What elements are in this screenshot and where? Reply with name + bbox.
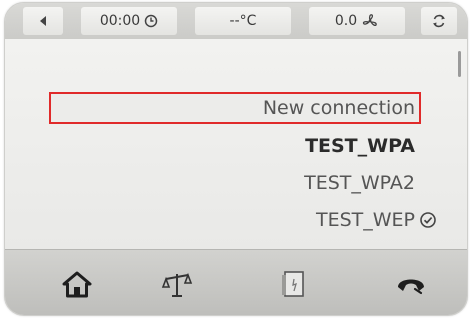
clock-icon: [144, 14, 158, 28]
status-bar: 00:00 --°C 0.0: [5, 3, 467, 39]
hook-icon: [398, 279, 424, 295]
refresh-icon: [433, 14, 445, 28]
scale-button[interactable]: [157, 264, 197, 304]
list-item-new-connection[interactable]: New connection: [263, 93, 415, 123]
list-item-label: TEST_WPA2: [304, 172, 415, 194]
wind-display: 0.0: [309, 7, 405, 35]
phone-card-button[interactable]: [273, 264, 313, 304]
connected-check-icon: [420, 212, 436, 228]
home-button[interactable]: [57, 264, 97, 304]
home-icon: [62, 271, 92, 298]
bottom-nav: [5, 249, 467, 315]
device-screen: 00:00 --°C 0.0 New connection TEST_WPA T…: [4, 2, 468, 316]
back-button[interactable]: [23, 7, 63, 35]
list-item-label: TEST_WEP: [315, 209, 415, 231]
scrollbar[interactable]: [458, 51, 461, 77]
list-item-test-wep[interactable]: TEST_WEP: [316, 205, 437, 235]
time-display: 00:00: [81, 7, 177, 35]
list-item-label: New connection: [262, 97, 415, 119]
refresh-button[interactable]: [421, 7, 457, 35]
phone-card-icon: [282, 271, 304, 297]
back-arrow-icon: [40, 16, 46, 26]
list-item-test-wpa2[interactable]: TEST_WPA2: [304, 168, 415, 198]
temperature-display: --°C: [195, 7, 291, 35]
list-item-label: TEST_WPA: [305, 135, 415, 157]
list-item-test-wpa[interactable]: TEST_WPA: [305, 131, 415, 161]
fan-icon: [362, 14, 377, 27]
temperature-value: --°C: [229, 13, 257, 29]
wind-value: 0.0: [334, 13, 358, 29]
hang-up-button[interactable]: [391, 264, 431, 304]
scale-icon: [161, 272, 193, 297]
time-value: 00:00: [99, 13, 141, 29]
connection-list: New connection TEST_WPA TEST_WPA2 TEST_W…: [5, 39, 467, 249]
